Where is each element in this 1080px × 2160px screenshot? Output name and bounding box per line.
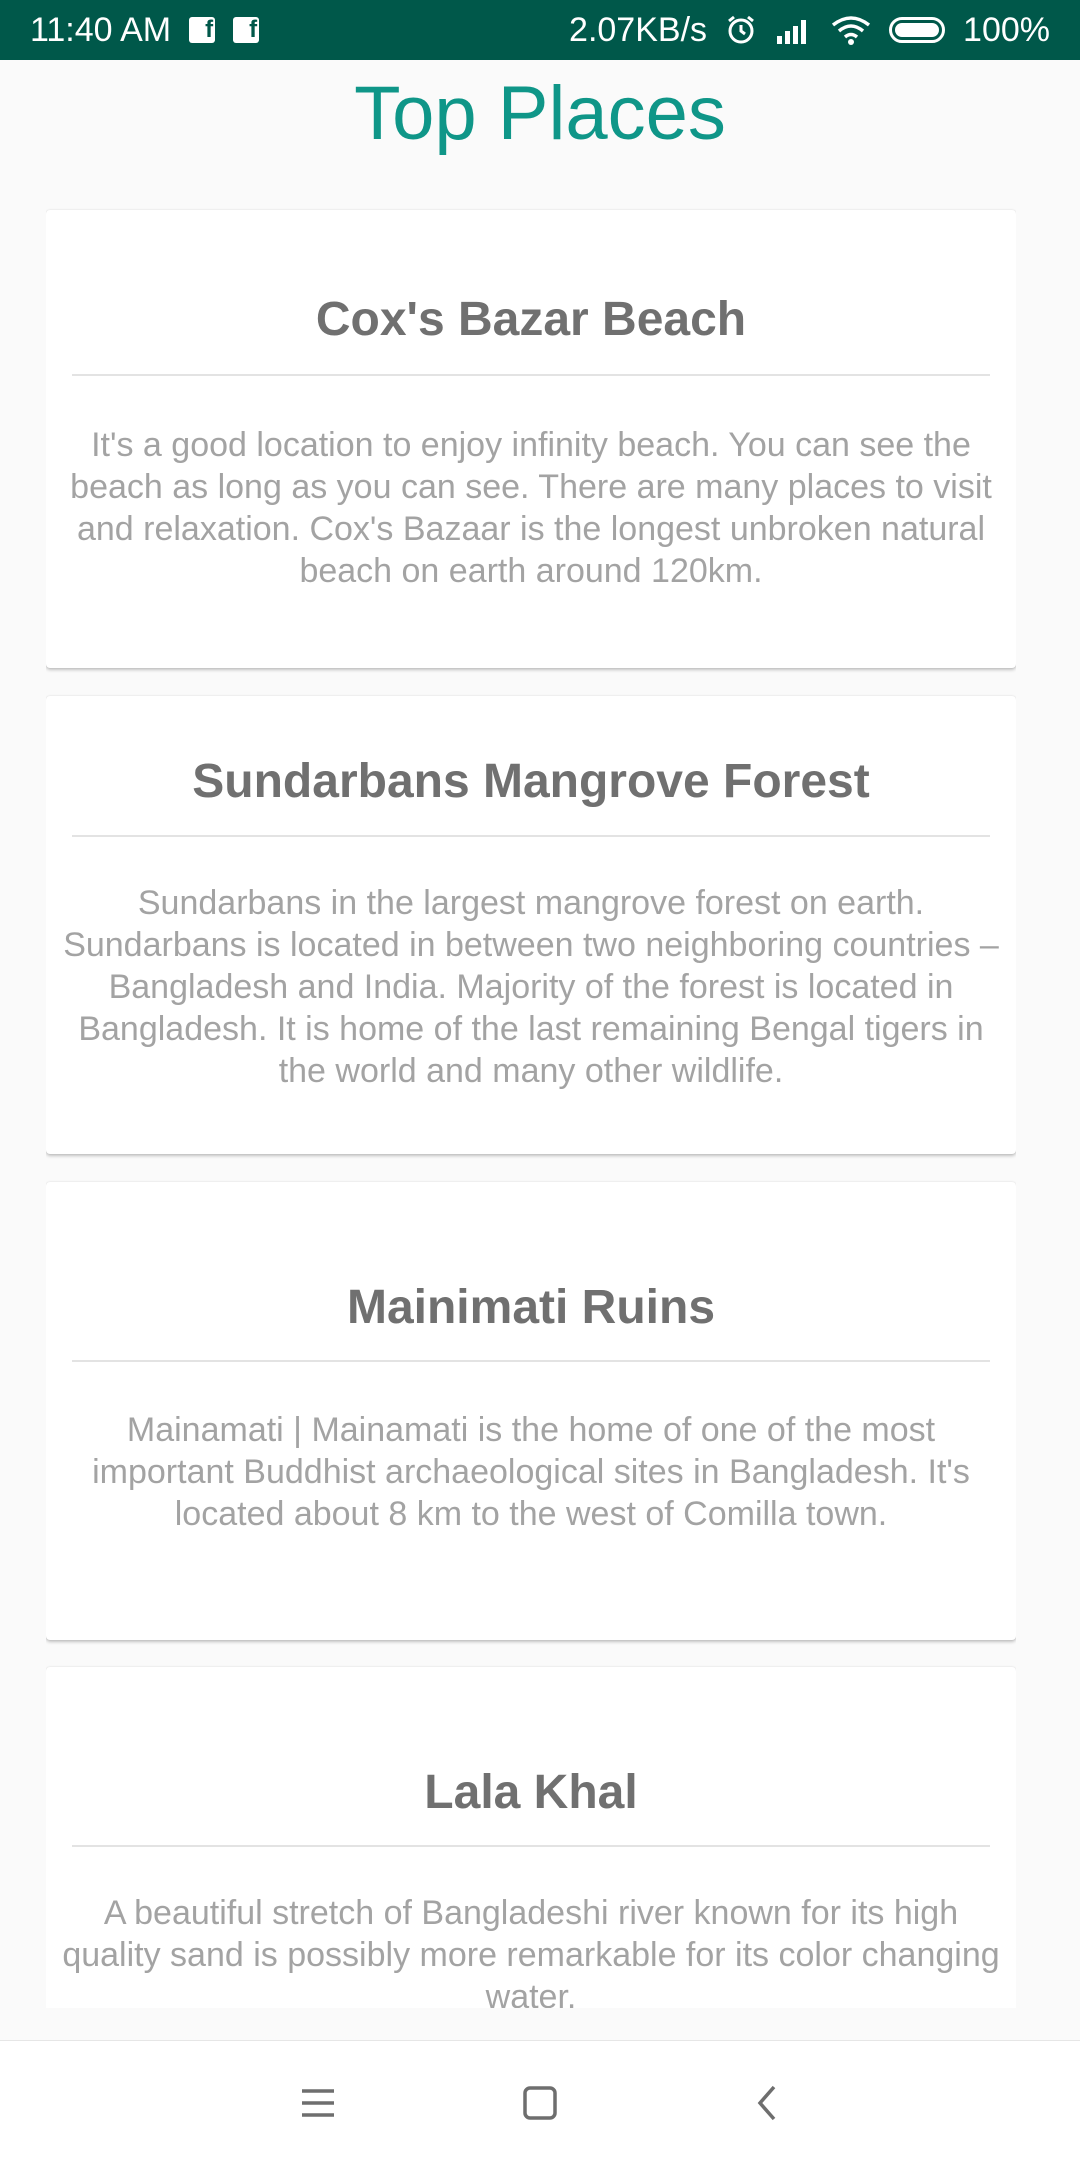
network-speed: 2.07KB/s: [569, 10, 708, 49]
page-title: Top Places: [354, 71, 726, 156]
back-chevron-icon[interactable]: [744, 2081, 792, 2125]
facebook-icon: f: [189, 17, 216, 43]
place-description: Sundarbans in the largest mangrove fores…: [63, 884, 999, 1090]
place-title: Cox's Bazar Beach: [315, 293, 747, 346]
status-time: 11:40 AM: [30, 10, 172, 49]
places-list[interactable]: Cox's Bazar Beach It's a good location t…: [46, 208, 1016, 2008]
card-divider: [72, 1360, 990, 1362]
card-divider: [72, 374, 990, 376]
place-card[interactable]: Sundarbans Mangrove Forest Sundarbans in…: [46, 696, 1016, 1154]
battery-icon: [889, 17, 946, 43]
signal-icon: [777, 20, 807, 44]
card-divider: [72, 835, 990, 837]
card-divider: [72, 1845, 990, 1847]
home-square-icon[interactable]: [516, 2081, 564, 2125]
status-right: 2.07KB/s 100%: [569, 11, 1050, 50]
alarm-icon: [728, 15, 754, 44]
place-description: Mainamati | Mainamati is the home of one…: [92, 1411, 970, 1533]
wifi-icon: [831, 16, 871, 45]
place-title: Lala Khal: [424, 1766, 638, 1819]
status-bar: 11:40 AM f f 2.07KB/s 100%: [0, 0, 1080, 60]
place-title: Mainimati Ruins: [346, 1281, 716, 1334]
status-left: 11:40 AM f f: [30, 10, 260, 50]
place-title: Sundarbans Mangrove Forest: [192, 755, 870, 808]
place-description: A beautiful stretch of Bangladeshi river…: [62, 1894, 1000, 2008]
place-description: It's a good location to enjoy infinity b…: [70, 426, 992, 590]
battery-level: 100%: [963, 10, 1050, 49]
place-card[interactable]: Mainimati Ruins Mainamati | Mainamati is…: [46, 1182, 1016, 1640]
menu-icon[interactable]: [294, 2081, 342, 2125]
place-card[interactable]: Lala Khal A beautiful stretch of Banglad…: [46, 1667, 1016, 2008]
system-nav-bar: [0, 2040, 1080, 2160]
facebook-icon: f: [233, 17, 260, 43]
place-card[interactable]: Cox's Bazar Beach It's a good location t…: [46, 210, 1016, 668]
